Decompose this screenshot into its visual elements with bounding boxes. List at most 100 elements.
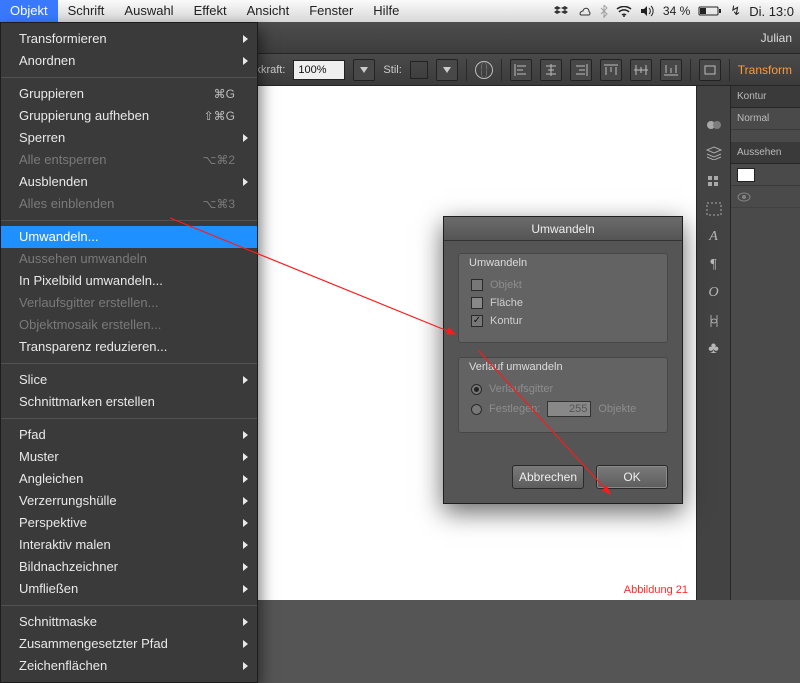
menu-item-shortcut: ⇧⌘G: [204, 107, 235, 125]
separator: [690, 59, 691, 81]
menu-item-label: Transparenz reduzieren...: [19, 338, 235, 356]
menu-item-umwandeln[interactable]: Umwandeln...: [1, 226, 257, 248]
bluetooth-icon[interactable]: [600, 5, 608, 18]
menu-item-label: Muster: [19, 448, 235, 466]
menu-ansicht[interactable]: Ansicht: [237, 0, 300, 22]
menu-fenster[interactable]: Fenster: [299, 0, 363, 22]
menu-item-label: Verlaufsgitter erstellen...: [19, 294, 235, 312]
transform-link[interactable]: Transform: [738, 63, 792, 77]
style-dropdown-icon[interactable]: [436, 59, 458, 81]
layers-icon[interactable]: [704, 144, 724, 162]
menu-item-perspektive[interactable]: Perspektive: [1, 512, 257, 534]
appearance-swatch-row[interactable]: [731, 164, 800, 186]
menu-item-transformieren[interactable]: Transformieren: [1, 28, 257, 50]
menu-item-slice[interactable]: Slice: [1, 369, 257, 391]
menu-item-gruppieren[interactable]: Gruppieren⌘G: [1, 83, 257, 105]
menu-hilfe[interactable]: Hilfe: [363, 0, 409, 22]
menu-auswahl[interactable]: Auswahl: [114, 0, 183, 22]
isolate-icon[interactable]: [699, 59, 721, 81]
type-icon[interactable]: A: [704, 228, 724, 246]
cloud-icon[interactable]: [576, 6, 592, 17]
expand-stroke-checkbox[interactable]: [471, 315, 483, 327]
menubar-clock[interactable]: Di. 13:0: [749, 4, 794, 19]
volume-icon[interactable]: [640, 5, 655, 17]
menu-item-angleichen[interactable]: Angleichen: [1, 468, 257, 490]
eye-icon: [737, 192, 751, 202]
menu-item-label: Verzerrungshülle: [19, 492, 235, 510]
artboards-icon[interactable]: [704, 200, 724, 218]
expand-group-legend: Umwandeln: [469, 257, 527, 269]
menu-item-zeichenfl-chen[interactable]: Zeichenflächen: [1, 655, 257, 677]
brushes-icon[interactable]: [704, 172, 724, 190]
menu-item-label: Sperren: [19, 129, 235, 147]
menu-item-schnittmarken-erstellen[interactable]: Schnittmarken erstellen: [1, 391, 257, 413]
align-vcenter-icon[interactable]: [630, 59, 652, 81]
panel-tab-stroke[interactable]: Kontur: [731, 86, 800, 108]
menu-item-label: Gruppierung aufheben: [19, 107, 204, 125]
style-swatch[interactable]: [410, 61, 428, 79]
menu-item-alles-einblenden: Alles einblenden⌥⌘3: [1, 193, 257, 215]
align-right-icon[interactable]: [570, 59, 592, 81]
symbols-icon[interactable]: ♣: [704, 340, 724, 358]
dropbox-icon[interactable]: [554, 5, 568, 17]
menu-item-bildnachzeichner[interactable]: Bildnachzeichner: [1, 556, 257, 578]
ellipse-icon[interactable]: O: [704, 284, 724, 302]
menu-item-label: Alles einblenden: [19, 195, 202, 213]
gradient-group: Verlauf umwandeln Verlaufsgitter Festleg…: [458, 357, 668, 433]
menu-item-label: Umfließen: [19, 580, 235, 598]
menu-item-shortcut: ⌥⌘3: [202, 195, 235, 213]
menu-item-transparenz-reduzieren[interactable]: Transparenz reduzieren...: [1, 336, 257, 358]
link-icon[interactable]: [704, 312, 724, 330]
collapsed-panel-rail: A ¶ O ♣: [696, 86, 730, 600]
align-top-icon[interactable]: [600, 59, 622, 81]
menu-item-label: Zusammengesetzter Pfad: [19, 635, 235, 653]
menu-objekt[interactable]: Objekt: [0, 0, 58, 22]
document-setup-icon[interactable]: [475, 61, 493, 79]
menu-item-pfad[interactable]: Pfad: [1, 424, 257, 446]
menu-item-label: In Pixelbild umwandeln...: [19, 272, 235, 290]
swatches-icon[interactable]: [704, 116, 724, 134]
menu-item-ausblenden[interactable]: Ausblenden: [1, 171, 257, 193]
menu-item-alle-entsperren: Alle entsperren⌥⌘2: [1, 149, 257, 171]
menu-effekt[interactable]: Effekt: [184, 0, 237, 22]
menu-item-label: Alle entsperren: [19, 151, 202, 169]
menu-item-verlaufsgitter-erstellen: Verlaufsgitter erstellen...: [1, 292, 257, 314]
cancel-button[interactable]: Abbrechen: [512, 465, 584, 489]
style-label: Stil:: [383, 64, 401, 76]
opacity-field[interactable]: 100%: [293, 60, 345, 80]
menu-item-in-pixelbild-umwandeln[interactable]: In Pixelbild umwandeln...: [1, 270, 257, 292]
menu-item-sperren[interactable]: Sperren: [1, 127, 257, 149]
align-hcenter-icon[interactable]: [540, 59, 562, 81]
menu-item-umflie-en[interactable]: Umfließen: [1, 578, 257, 600]
blend-mode-row[interactable]: Normal: [731, 108, 800, 130]
menu-schrift[interactable]: Schrift: [58, 0, 115, 22]
menubar-status: 34 % ↯ Di. 13:0: [548, 0, 800, 22]
battery-icon[interactable]: [698, 5, 722, 17]
menubar-menus: Objekt Schrift Auswahl Effekt Ansicht Fe…: [0, 0, 409, 22]
expand-fill-row[interactable]: Fläche: [471, 294, 655, 312]
menu-item-label: Slice: [19, 371, 235, 389]
battery-percentage: 34 %: [663, 4, 690, 18]
expand-fill-checkbox[interactable]: [471, 297, 483, 309]
fill-swatch[interactable]: [737, 168, 755, 182]
expand-stroke-row[interactable]: Kontur: [471, 312, 655, 330]
panel-tab-appearance[interactable]: Aussehen: [731, 142, 800, 164]
menu-item-schnittmaske[interactable]: Schnittmaske: [1, 611, 257, 633]
objekt-dropdown-menu: TransformierenAnordnenGruppieren⌘GGruppi…: [0, 22, 258, 683]
menu-item-gruppierung-aufheben[interactable]: Gruppierung aufheben⇧⌘G: [1, 105, 257, 127]
appearance-eye-row[interactable]: [731, 186, 800, 208]
wifi-icon[interactable]: [616, 6, 632, 17]
menu-item-interaktiv-malen[interactable]: Interaktiv malen: [1, 534, 257, 556]
menu-item-zusammengesetzter-pfad[interactable]: Zusammengesetzter Pfad: [1, 633, 257, 655]
menu-item-label: Interaktiv malen: [19, 536, 235, 554]
menu-item-shortcut: ⌥⌘2: [202, 151, 235, 169]
menu-item-muster[interactable]: Muster: [1, 446, 257, 468]
menu-item-anordnen[interactable]: Anordnen: [1, 50, 257, 72]
align-left-icon[interactable]: [510, 59, 532, 81]
align-bottom-icon[interactable]: [660, 59, 682, 81]
menu-item-label: Gruppieren: [19, 85, 214, 103]
paragraph-icon[interactable]: ¶: [704, 256, 724, 274]
ok-button[interactable]: OK: [596, 465, 668, 489]
opacity-dropdown-icon[interactable]: [353, 59, 375, 81]
menu-item-verzerrungsh-lle[interactable]: Verzerrungshülle: [1, 490, 257, 512]
